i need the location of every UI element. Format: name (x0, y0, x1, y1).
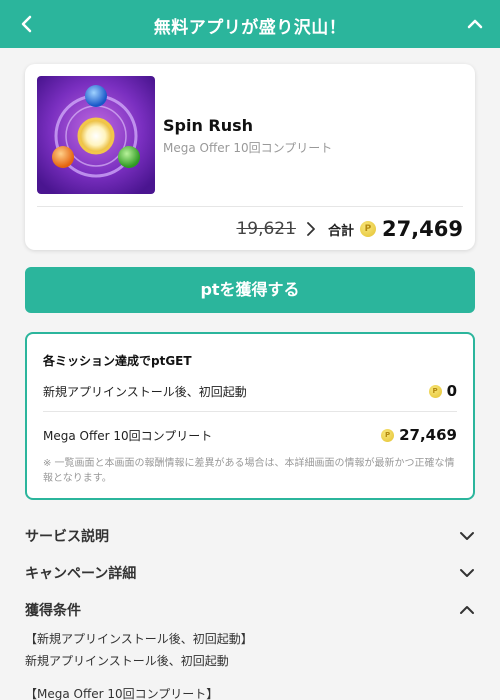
condition-text: 新規アプリインストール後、初回起動 (25, 654, 229, 668)
page-title: 無料アプリが盛り沢山！ (153, 18, 347, 38)
offer-card: Spin Rush Mega Offer 10回コンプリート 19,621 合計… (25, 64, 475, 250)
missions-box: 各ミッション達成でptGET 新規アプリインストール後、初回起動 P 0 Meg… (25, 332, 475, 500)
chevron-right-icon (307, 222, 315, 236)
missions-title: 各ミッション達成でptGET (43, 354, 192, 368)
section-earning-conditions[interactable]: 獲得条件 (25, 599, 475, 621)
mission-value: P 27,469 (381, 426, 457, 444)
section-service-description[interactable]: サービス説明 (25, 525, 475, 547)
divider (43, 411, 457, 412)
mission-points: 0 (446, 382, 457, 400)
offer-subtitle: Mega Offer 10回コンプリート (163, 141, 333, 155)
mission-label: 新規アプリインストール後、初回起動 (43, 384, 247, 399)
mission-row: Mega Offer 10回コンプリート P 27,469 (43, 425, 457, 445)
price-row: 19,621 合計 P 27,469 (236, 216, 463, 242)
section-label: サービス説明 (25, 529, 109, 545)
section-label: キャンペーン詳細 (25, 566, 137, 582)
section-label: 獲得条件 (25, 603, 81, 619)
point-coin-icon: P (381, 428, 395, 442)
divider (37, 206, 463, 207)
get-points-button[interactable]: ptを獲得する (25, 267, 475, 313)
mission-label: Mega Offer 10回コンプリート (43, 428, 213, 443)
condition-heading: 【Mega Offer 10回コンプリート】 (25, 687, 219, 700)
mission-row: 新規アプリインストール後、初回起動 P 0 (43, 381, 457, 401)
old-price: 19,621 (236, 219, 296, 239)
point-coin-icon: P (359, 221, 376, 237)
condition-heading: 【新規アプリインストール後、初回起動】 (25, 632, 253, 646)
chevron-up-icon (460, 606, 474, 614)
chevron-down-icon (460, 532, 474, 540)
chevron-up-icon[interactable] (462, 10, 488, 38)
mission-points: 27,469 (399, 426, 457, 444)
section-campaign-details[interactable]: キャンペーン詳細 (25, 562, 475, 584)
top-bar: 無料アプリが盛り沢山！ (0, 0, 500, 48)
chevron-down-icon (460, 569, 474, 577)
disclaimer-note: ※ 一覧画面と本画面の報酬情報に差異がある場合は、本詳細画面の情報が最新かつ正確… (43, 458, 455, 484)
point-coin-icon: P (428, 384, 442, 398)
total-label: 合計 (327, 223, 354, 239)
total-price: 27,469 (381, 217, 463, 241)
app-name: Spin Rush (163, 116, 254, 135)
app-icon (37, 76, 155, 194)
mission-value: P 0 (428, 382, 457, 400)
